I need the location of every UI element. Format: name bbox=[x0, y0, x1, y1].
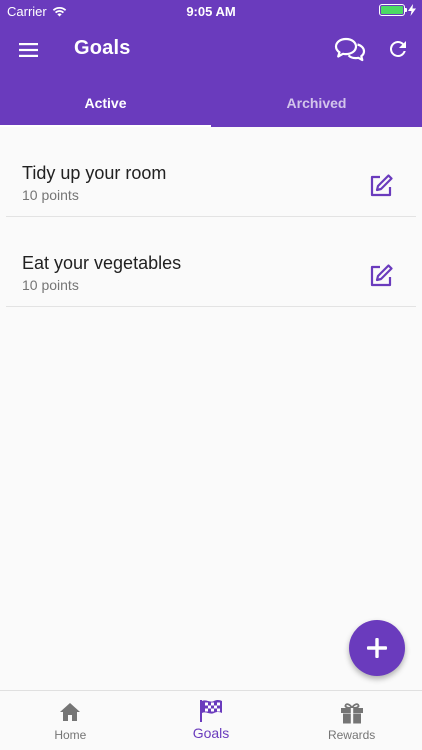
goal-title: Tidy up your room bbox=[22, 163, 167, 183]
edit-goal-button[interactable] bbox=[368, 173, 394, 199]
nav-rewards-label: Rewards bbox=[327, 728, 376, 742]
add-goal-button[interactable] bbox=[349, 620, 405, 676]
tab-active-label: Active bbox=[84, 94, 127, 111]
gift-icon bbox=[340, 703, 363, 724]
goal-list: Tidy up your room 10 points Eat your veg… bbox=[0, 127, 422, 307]
menu-button[interactable] bbox=[17, 38, 41, 62]
tab-active[interactable]: Active bbox=[0, 78, 211, 127]
checkered-flag-icon bbox=[199, 700, 222, 722]
chat-bubbles-icon bbox=[334, 37, 366, 62]
hamburger-menu-icon bbox=[19, 43, 38, 57]
home-icon bbox=[60, 703, 81, 721]
bottom-navigation: Home Goals Rewards bbox=[0, 690, 422, 750]
status-time: 9:05 AM bbox=[186, 4, 236, 19]
top-app-bar: Carrier 9:05 AM Goals Active Archived bbox=[0, 0, 422, 127]
plus-icon bbox=[367, 638, 387, 658]
tab-bar: Active Archived bbox=[0, 78, 422, 127]
goal-title: Eat your vegetables bbox=[22, 253, 182, 273]
nav-home[interactable]: Home bbox=[0, 691, 141, 750]
goal-item[interactable]: Tidy up your room 10 points bbox=[6, 127, 416, 217]
goal-points: 10 points bbox=[22, 277, 79, 293]
page-title: Goals bbox=[74, 37, 131, 59]
refresh-icon bbox=[389, 40, 406, 57]
goal-item[interactable]: Eat your vegetables 10 points bbox=[6, 217, 416, 307]
chat-button[interactable] bbox=[334, 35, 366, 65]
tab-archived-label: Archived bbox=[286, 94, 347, 111]
edit-goal-button[interactable] bbox=[368, 263, 394, 289]
status-bar: Carrier 9:05 AM bbox=[0, 0, 422, 22]
goal-points: 10 points bbox=[22, 187, 79, 203]
edit-icon bbox=[370, 174, 393, 197]
nav-goals-label: Goals bbox=[192, 725, 230, 741]
charging-bolt-icon bbox=[408, 4, 416, 16]
battery-icon bbox=[379, 4, 407, 16]
nav-rewards[interactable]: Rewards bbox=[281, 691, 422, 750]
nav-home-label: Home bbox=[54, 728, 87, 742]
nav-goals[interactable]: Goals bbox=[141, 691, 282, 750]
edit-icon bbox=[370, 264, 393, 287]
app-bar: Goals bbox=[0, 22, 422, 78]
tab-archived[interactable]: Archived bbox=[211, 78, 422, 127]
refresh-button[interactable] bbox=[386, 37, 410, 61]
